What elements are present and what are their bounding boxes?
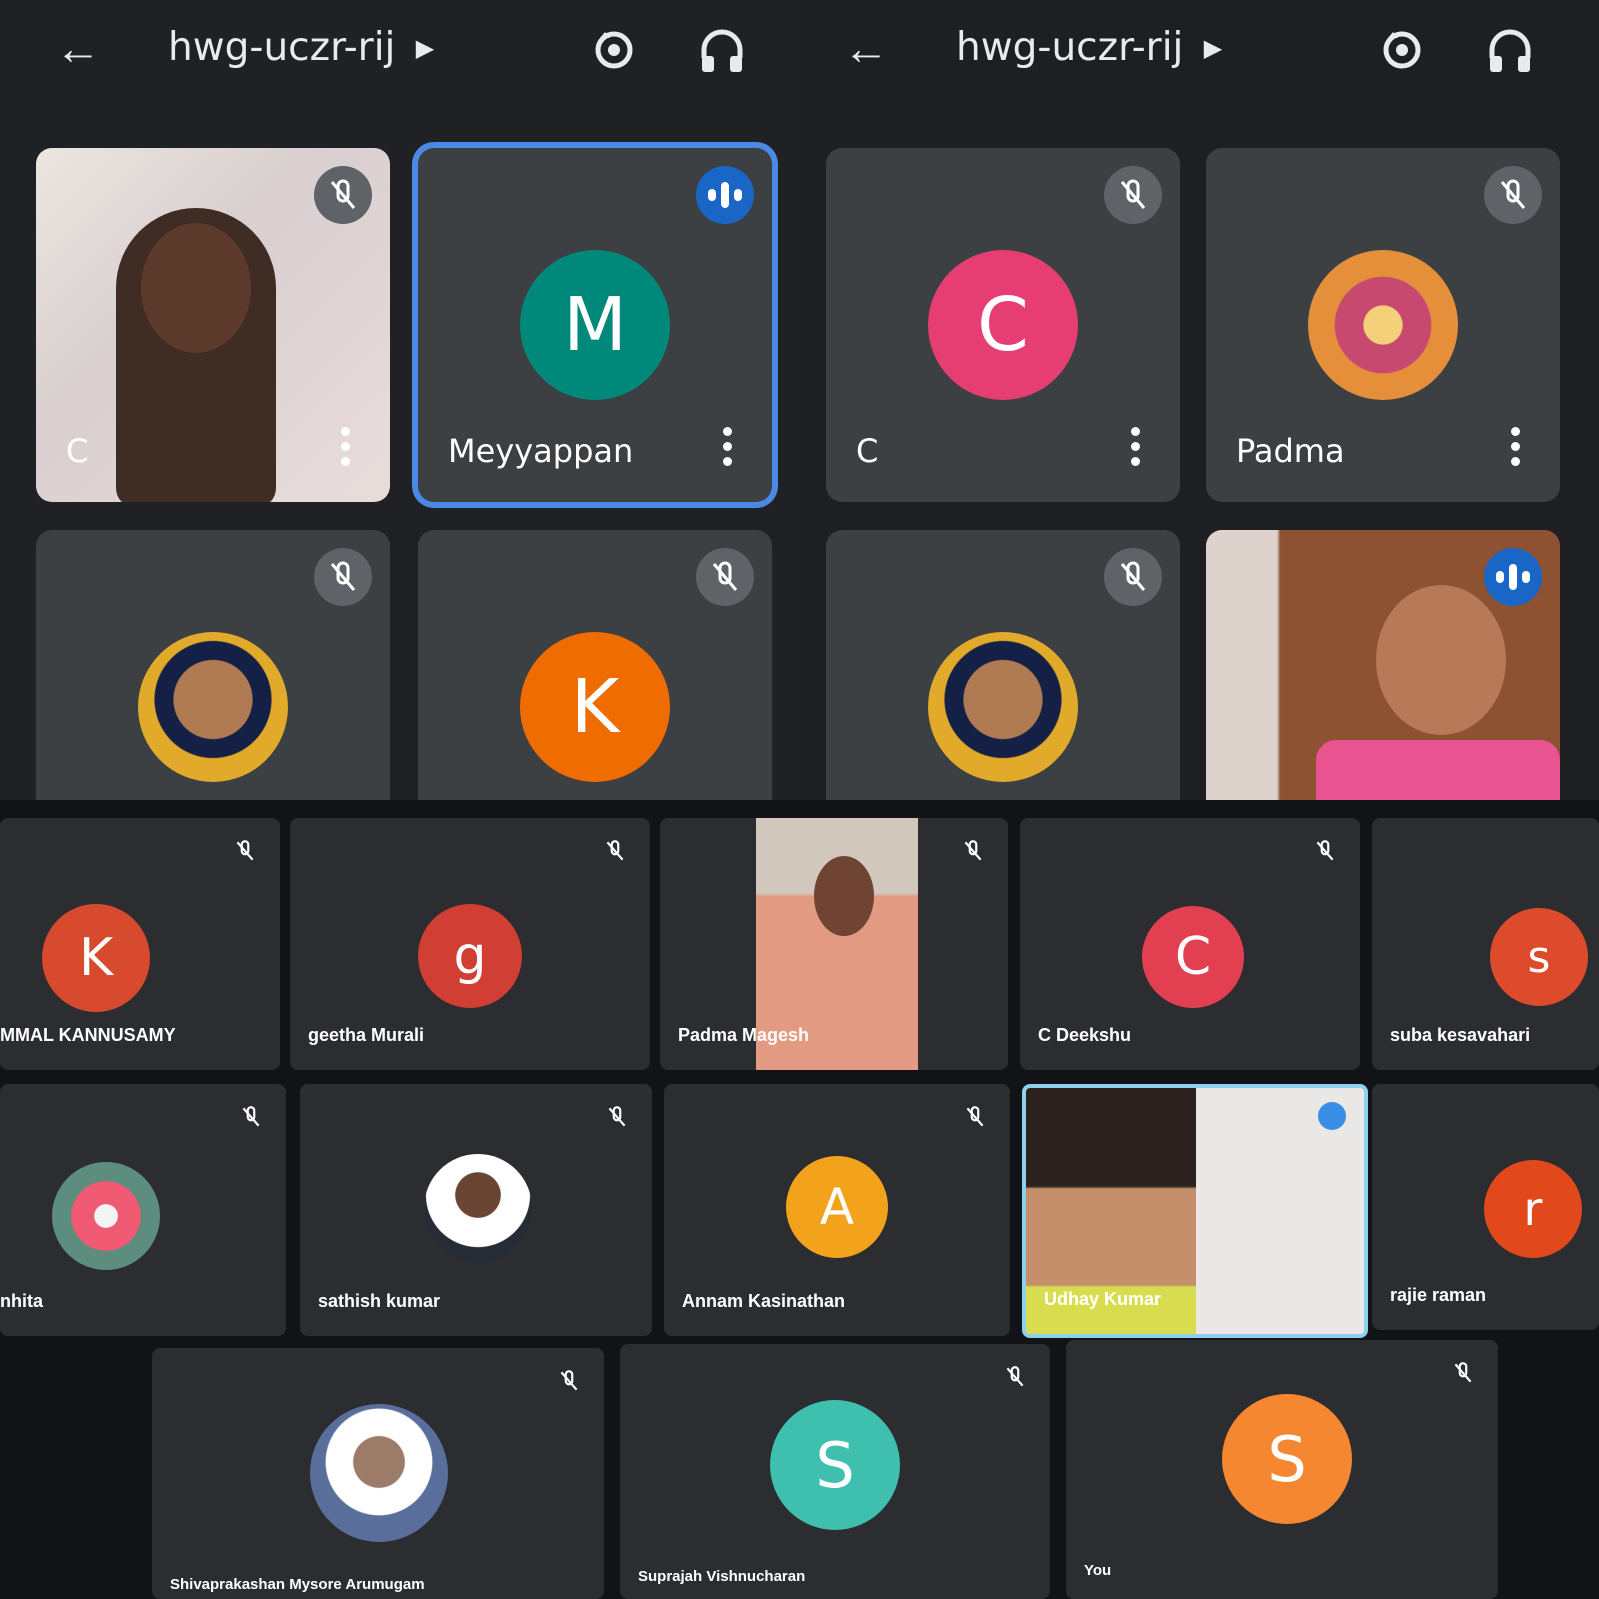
back-arrow-icon[interactable]: ← [52,22,104,74]
profile-photo-avatar [138,632,288,782]
muted-mic-icon [606,840,624,861]
participant-tile[interactable]: A Annam Kasinathan [664,1084,1010,1336]
participant-tile[interactable]: Padma Magesh [660,818,1008,1070]
participant-tile[interactable] [36,530,390,800]
participant-tile[interactable]: s suba kesavahari [1372,818,1599,1070]
muted-mic-icon [608,1106,626,1127]
more-options-icon[interactable] [1128,427,1140,467]
muted-mic-icon [314,548,372,606]
participant-name: Shivaprakashan Mysore Arumugam [170,1576,425,1593]
participant-name: rajie raman [1390,1285,1487,1305]
participant-tile[interactable]: C C [826,148,1180,502]
top-bar: ← hwg-uczr-rij ▶ [800,0,1599,100]
avatar: A [786,1156,888,1258]
meeting-code[interactable]: hwg-uczr-rij [168,22,395,74]
avatar: g [418,904,522,1008]
participant-tile[interactable]: C C Deekshu [1020,818,1360,1070]
muted-mic-icon [1484,166,1542,224]
meeting-info-caret-icon[interactable]: ▶ [410,28,440,68]
switch-camera-icon[interactable] [586,22,642,78]
left-phone-screen: ← hwg-uczr-rij ▶ C M Meyyappan K [0,0,800,800]
muted-mic-icon [314,166,372,224]
participant-tile[interactable]: Padma [1206,148,1560,502]
muted-mic-icon [1316,840,1334,861]
avatar: S [1222,1394,1352,1524]
participant-name: You [1084,1562,1112,1579]
switch-camera-icon[interactable] [1374,22,1430,78]
participant-tile[interactable]: S Suprajah Vishnucharan [620,1344,1050,1599]
participant-name: Suprajah Vishnucharan [638,1568,806,1585]
headphones-icon[interactable] [694,22,750,78]
participant-name: C [66,432,89,470]
participant-tile-active-speaker[interactable]: M Meyyappan [418,148,772,502]
participant-name: nhita [0,1291,43,1311]
participant-name: Annam Kasinathan [682,1291,846,1311]
profile-photo-avatar [424,1154,532,1262]
avatar: K [520,632,670,782]
avatar: M [520,250,670,400]
speaking-indicator-icon [1484,548,1542,606]
muted-mic-icon [966,1106,984,1127]
participant-tile[interactable]: sathish kumar [300,1084,652,1336]
participant-tile[interactable]: g geetha Murali [290,818,650,1070]
participant-tile[interactable]: K MMAL KANNUSAMY [0,818,280,1070]
participant-tile[interactable]: nhita [0,1084,286,1336]
desktop-meeting-grid: K MMAL KANNUSAMY g geetha Murali Padma M… [0,800,1599,1599]
muted-mic-icon [696,548,754,606]
more-options-icon[interactable] [720,427,732,467]
profile-photo-avatar [52,1162,160,1270]
muted-mic-icon [560,1370,578,1391]
participant-tile[interactable]: C [36,148,390,502]
back-arrow-icon[interactable]: ← [840,22,892,74]
participant-name: MMAL KANNUSAMY [0,1025,176,1045]
participant-tile-active-speaker[interactable]: Udhay Kumar [1022,1084,1368,1338]
top-bar: ← hwg-uczr-rij ▶ [0,0,800,100]
avatar: K [42,904,150,1012]
avatar: s [1490,908,1588,1006]
avatar: C [928,250,1078,400]
avatar: S [770,1400,900,1530]
muted-mic-icon [964,840,982,861]
muted-mic-icon [1104,166,1162,224]
headphones-icon[interactable] [1482,22,1538,78]
muted-mic-icon [242,1106,260,1127]
participant-name: Udhay Kumar [1044,1289,1162,1309]
muted-mic-icon [1454,1362,1472,1383]
participant-tile[interactable]: Shivaprakashan Mysore Arumugam [152,1348,604,1599]
participant-name: Meyyappan [448,432,634,470]
meeting-code[interactable]: hwg-uczr-rij [956,22,1183,74]
participant-tile[interactable]: K [418,530,772,800]
participant-name: geetha Murali [308,1025,425,1045]
profile-photo-avatar [310,1404,448,1542]
muted-mic-icon [1104,548,1162,606]
participant-tile[interactable]: S You [1066,1340,1498,1599]
right-phone-screen: ← hwg-uczr-rij ▶ C C Padma [800,0,1599,800]
more-options-icon[interactable] [1508,427,1520,467]
participant-tile[interactable] [826,530,1180,800]
participant-tile[interactable]: r rajie raman [1372,1084,1599,1330]
participant-name: suba kesavahari [1390,1025,1531,1045]
participant-name: sathish kumar [318,1291,441,1311]
avatar: r [1484,1160,1582,1258]
speaking-indicator-icon [696,166,754,224]
avatar: C [1142,906,1244,1008]
muted-mic-icon [236,840,254,861]
participant-name: C [856,432,879,470]
muted-mic-icon [1006,1366,1024,1387]
meeting-info-caret-icon[interactable]: ▶ [1198,28,1228,68]
participant-name: Padma Magesh [678,1025,810,1045]
participant-tile[interactable] [1206,530,1560,800]
participant-name: C Deekshu [1038,1025,1132,1045]
profile-photo-avatar [1308,250,1458,400]
more-options-icon[interactable] [338,427,350,467]
profile-photo-avatar [928,632,1078,782]
participant-name: Padma [1236,432,1345,470]
speaking-indicator-icon [1318,1102,1346,1130]
